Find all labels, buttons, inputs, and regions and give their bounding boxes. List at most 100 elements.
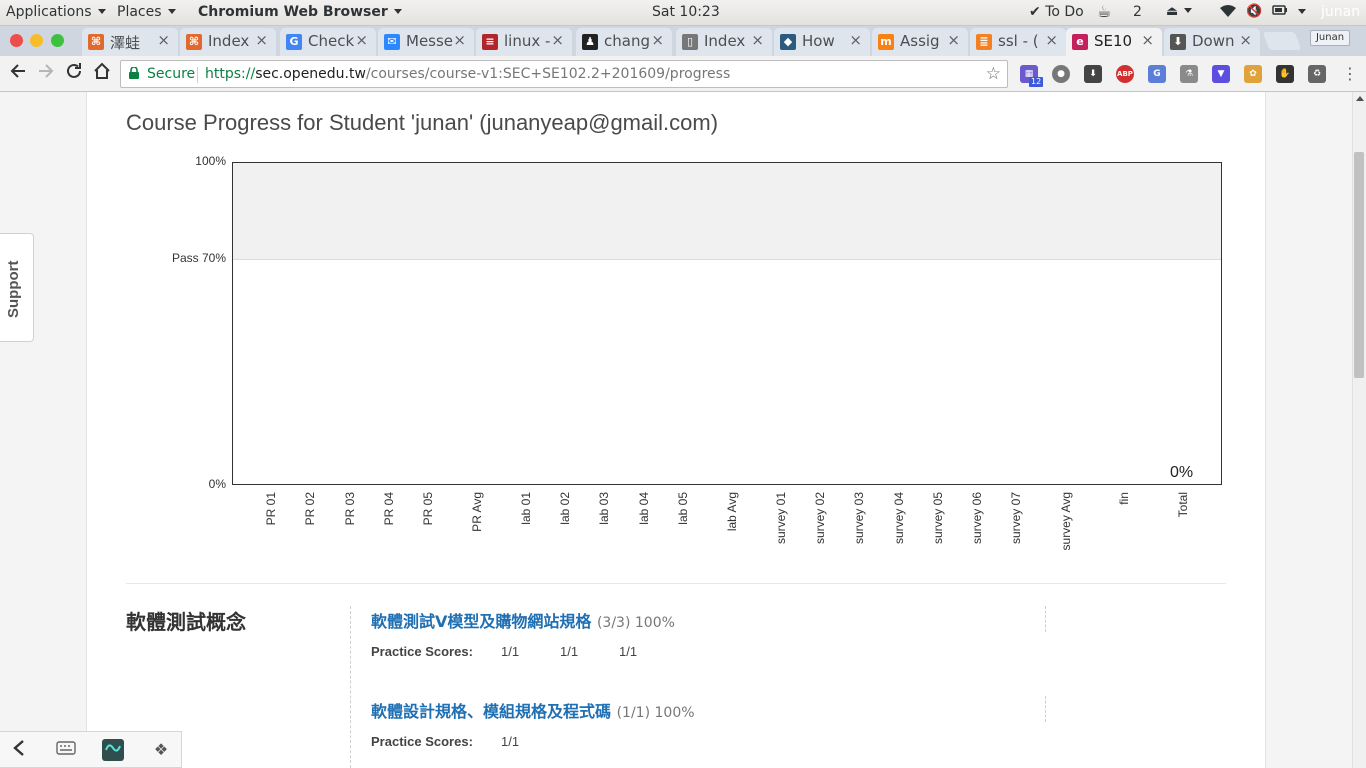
section-link-2[interactable]: 軟體設計規格、模組規格及程式碼 (1/1) 100% xyxy=(371,698,695,722)
support-label: Support xyxy=(5,260,22,319)
close-tab-icon[interactable]: × xyxy=(751,31,764,49)
close-tab-icon[interactable]: × xyxy=(1045,31,1058,49)
url-host: sec.openedu.tw xyxy=(255,66,366,82)
battery-icon[interactable] xyxy=(1272,4,1307,20)
scroll-up-arrow-icon[interactable] xyxy=(1356,96,1364,101)
vertical-scrollbar[interactable] xyxy=(1352,92,1366,768)
teapot-icon[interactable]: ☕ xyxy=(1097,2,1111,21)
system-monitor-icon[interactable] xyxy=(102,739,124,761)
translate-icon[interactable]: G xyxy=(1148,65,1166,83)
tab-title: ssl - ( xyxy=(998,32,1039,50)
practice-scores-label: Practice Scores: xyxy=(371,644,473,659)
tab-11[interactable]: e SE10 × xyxy=(1066,28,1162,56)
bookmark-star-icon[interactable]: ☆ xyxy=(986,64,1001,84)
close-tab-icon[interactable]: × xyxy=(947,31,960,49)
tab-7[interactable]: ▯ Index × xyxy=(676,28,772,56)
check-icon: ✔ xyxy=(1029,4,1041,20)
active-app-menu[interactable]: Chromium Web Browser xyxy=(198,4,402,20)
tab-12[interactable]: ⬇ Down × xyxy=(1164,28,1260,56)
close-tab-icon[interactable]: × xyxy=(651,31,664,49)
dropbox-icon[interactable]: ❖ xyxy=(150,739,172,761)
tab-4[interactable]: ✉ Messe × xyxy=(378,28,474,56)
home-icon[interactable] xyxy=(90,62,114,86)
close-tab-icon[interactable]: × xyxy=(157,31,170,49)
todo-indicator[interactable]: ✔ To Do xyxy=(1029,4,1084,20)
x-tick-label: lab 05 xyxy=(676,492,690,525)
maximize-window-button[interactable] xyxy=(51,34,64,47)
tab-3[interactable]: G Check × xyxy=(280,28,376,56)
close-tab-icon[interactable]: × xyxy=(1141,31,1154,49)
places-menu[interactable]: Places xyxy=(117,4,176,20)
forward-icon[interactable] xyxy=(34,62,58,86)
collapse-arrow-icon[interactable] xyxy=(8,739,30,761)
active-app-label: Chromium Web Browser xyxy=(198,4,388,20)
download-icon: ⬇ xyxy=(1170,34,1186,50)
support-tab[interactable]: Support xyxy=(0,233,34,342)
url-path: /courses/course-v1:SEC+SE102.2+201609/pr… xyxy=(365,66,731,82)
secure-label: Secure xyxy=(147,66,196,82)
keyboard-icon[interactable] xyxy=(55,739,77,761)
browser-toolbar: Secure https://sec.openedu.tw/courses/co… xyxy=(0,56,1366,92)
extension-bulb-icon[interactable]: ● xyxy=(1052,65,1070,83)
close-tab-icon[interactable]: × xyxy=(255,31,268,49)
clock[interactable]: Sat 10:23 xyxy=(652,4,720,20)
x-tick-label: lab Avg xyxy=(725,492,739,532)
close-tab-icon[interactable]: × xyxy=(1239,31,1252,49)
tab-6[interactable]: ♟ chang × xyxy=(576,28,672,56)
extension-hand-icon[interactable]: ✋ xyxy=(1276,65,1294,83)
section-title: 軟體測試V模型及購物網站規格 xyxy=(371,612,592,631)
y-tick-label: Pass 70% xyxy=(171,250,226,265)
back-icon[interactable] xyxy=(6,62,30,86)
section-score-meta: (1/1) 100% xyxy=(616,705,695,721)
chevron-down-icon xyxy=(393,9,402,14)
address-bar[interactable]: Secure https://sec.openedu.tw/courses/co… xyxy=(120,60,1008,88)
close-tab-icon[interactable]: × xyxy=(355,31,368,49)
section-link-1[interactable]: 軟體測試V模型及購物網站規格 (3/3) 100% xyxy=(371,608,675,632)
wifi-icon[interactable] xyxy=(1219,4,1237,22)
x-tick-label: survey 05 xyxy=(931,492,945,545)
close-window-button[interactable] xyxy=(10,34,23,47)
user-menu[interactable]: junan xyxy=(1321,4,1360,20)
eject-icon[interactable]: ⏏ xyxy=(1166,4,1193,19)
scroll-thumb[interactable] xyxy=(1354,152,1364,378)
close-tab-icon[interactable]: × xyxy=(849,31,862,49)
extension-pocket-icon[interactable]: ⬇ xyxy=(1084,65,1102,83)
tab-5[interactable]: ≡ linux - × xyxy=(476,28,572,56)
x-tick-label: PR 02 xyxy=(303,492,317,526)
tab-2[interactable]: ⌘ Index × xyxy=(180,28,276,56)
tab-10[interactable]: ≣ ssl - (× xyxy=(970,28,1066,56)
adblock-icon[interactable]: ABP xyxy=(1116,65,1134,83)
close-tab-icon[interactable]: × xyxy=(551,31,564,49)
chapter-divider xyxy=(350,606,351,768)
extension-basket-icon[interactable]: ✿ xyxy=(1244,65,1262,83)
section-title: 軟體設計規格、模組規格及程式碼 xyxy=(371,702,612,721)
tab-title: linux - xyxy=(504,32,551,50)
applications-menu[interactable]: Applications xyxy=(6,4,106,20)
extension-microscope-icon[interactable]: ⚗ xyxy=(1180,65,1198,83)
extension-vimium-icon[interactable]: ▼ xyxy=(1212,65,1230,83)
volume-muted-icon[interactable]: 🔇 xyxy=(1246,4,1262,19)
y-tick-label: 0% xyxy=(208,477,226,491)
reload-icon[interactable] xyxy=(62,62,86,86)
recycle-icon[interactable]: ♻ xyxy=(1308,65,1326,83)
url-text: https://sec.openedu.tw/courses/course-v1… xyxy=(205,66,730,82)
chevron-down-icon xyxy=(1184,8,1193,13)
total-value-label: 0% xyxy=(1170,464,1194,481)
lock-icon xyxy=(129,67,139,79)
new-tab-button[interactable] xyxy=(1262,32,1302,50)
minimize-window-button[interactable] xyxy=(30,34,43,47)
system-top-bar: Applications Places Chromium Web Browser… xyxy=(0,0,1366,26)
tab-8[interactable]: ◆ How × xyxy=(774,28,870,56)
close-tab-icon[interactable]: × xyxy=(453,31,466,49)
tab-title: Index xyxy=(704,32,746,50)
x-tick-label: PR Avg xyxy=(470,492,484,532)
notification-count[interactable]: 2 xyxy=(1133,4,1142,20)
section-score-meta: (3/3) 100% xyxy=(596,615,675,631)
tab-1[interactable]: ⌘ 澤蛙 × xyxy=(82,28,178,56)
menu-kebab-icon[interactable]: ⋮ xyxy=(1338,62,1362,86)
chevron-down-icon xyxy=(97,9,106,14)
x-tick-label: PR 05 xyxy=(421,492,435,526)
profile-button[interactable]: Junan xyxy=(1310,30,1350,46)
chapter-title: 軟體測試概念 xyxy=(126,610,246,634)
tab-9[interactable]: m Assig × xyxy=(872,28,968,56)
